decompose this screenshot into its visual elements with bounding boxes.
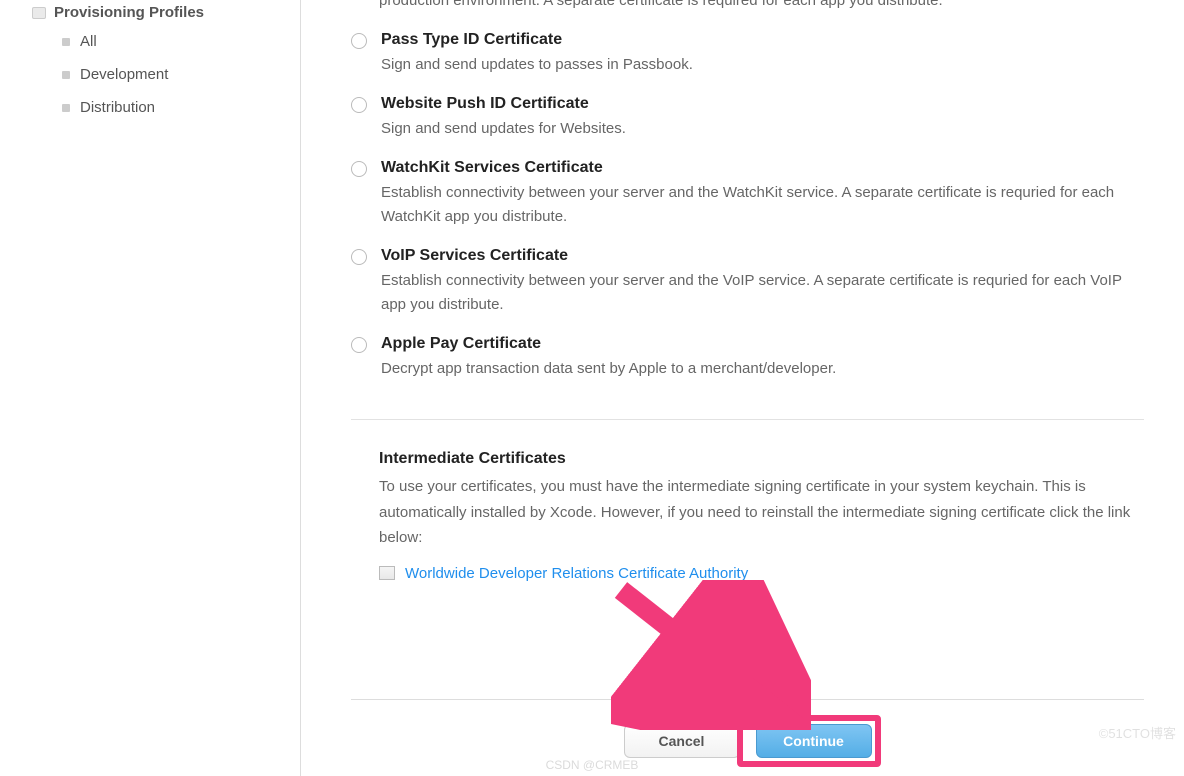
intermediate-certificates: Intermediate Certificates To use your ce… <box>379 450 1144 582</box>
option-body: Apple Pay Certificate Decrypt app transa… <box>381 335 1144 381</box>
cancel-button[interactable]: Cancel <box>624 724 740 758</box>
watermark-right: ©51CTO博客 <box>1099 723 1176 742</box>
bullet-icon <box>62 38 70 46</box>
option-title: Pass Type ID Certificate <box>381 31 1144 49</box>
intermediate-title: Intermediate Certificates <box>379 450 1144 468</box>
watermark-center: CSDN @CRMEB <box>546 758 639 772</box>
option-desc: Decrypt app transaction data sent by App… <box>381 357 1144 381</box>
sidebar-item-label: Development <box>80 66 168 83</box>
option-voip-services[interactable]: VoIP Services Certificate Establish conn… <box>351 247 1144 317</box>
option-title: VoIP Services Certificate <box>381 247 1144 265</box>
separator <box>351 419 1144 420</box>
option-pass-type-id[interactable]: Pass Type ID Certificate Sign and send u… <box>351 31 1144 77</box>
option-website-push-id[interactable]: Website Push ID Certificate Sign and sen… <box>351 95 1144 141</box>
radio-icon[interactable] <box>351 249 367 265</box>
sidebar-header-label: Provisioning Profiles <box>54 4 204 21</box>
sidebar-item-label: Distribution <box>80 99 155 116</box>
bullet-icon <box>62 104 70 112</box>
radio-icon[interactable] <box>351 33 367 49</box>
option-desc: Establish connectivity between your serv… <box>381 269 1144 317</box>
option-watchkit-services[interactable]: WatchKit Services Certificate Establish … <box>351 159 1144 229</box>
option-body: VoIP Services Certificate Establish conn… <box>381 247 1144 317</box>
radio-icon[interactable] <box>351 337 367 353</box>
option-desc: Sign and send updates to passes in Passb… <box>381 53 1144 77</box>
main-content: production environment. A separate certi… <box>300 0 1184 776</box>
sidebar: Provisioning Profiles All Development Di… <box>0 0 300 776</box>
page-container: Provisioning Profiles All Development Di… <box>0 0 1184 776</box>
option-title: WatchKit Services Certificate <box>381 159 1144 177</box>
radio-icon[interactable] <box>351 161 367 177</box>
footer-actions: Cancel Continue <box>351 699 1144 776</box>
continue-button[interactable]: Continue <box>756 724 872 758</box>
folder-icon <box>32 7 46 19</box>
intermediate-link[interactable]: Worldwide Developer Relations Certificat… <box>405 565 748 582</box>
option-body: WatchKit Services Certificate Establish … <box>381 159 1144 229</box>
sidebar-item-development[interactable]: Development <box>20 58 280 91</box>
option-desc: Establish connectivity between your serv… <box>381 181 1144 229</box>
sidebar-item-distribution[interactable]: Distribution <box>20 91 280 124</box>
option-body: Pass Type ID Certificate Sign and send u… <box>381 31 1144 77</box>
certificate-icon <box>379 566 395 580</box>
option-apple-pay[interactable]: Apple Pay Certificate Decrypt app transa… <box>351 335 1144 381</box>
certificate-options: production environment. A separate certi… <box>351 0 1144 699</box>
intermediate-desc: To use your certificates, you must have … <box>379 474 1144 551</box>
sidebar-item-label: All <box>80 33 97 50</box>
cutoff-description: production environment. A separate certi… <box>379 0 1144 13</box>
option-desc: Sign and send updates for Websites. <box>381 117 1144 141</box>
bullet-icon <box>62 71 70 79</box>
option-title: Website Push ID Certificate <box>381 95 1144 113</box>
option-title: Apple Pay Certificate <box>381 335 1144 353</box>
sidebar-item-all[interactable]: All <box>20 25 280 58</box>
sidebar-header[interactable]: Provisioning Profiles <box>32 0 280 25</box>
option-body: Website Push ID Certificate Sign and sen… <box>381 95 1144 141</box>
radio-icon[interactable] <box>351 97 367 113</box>
intermediate-link-row: Worldwide Developer Relations Certificat… <box>379 565 1144 582</box>
